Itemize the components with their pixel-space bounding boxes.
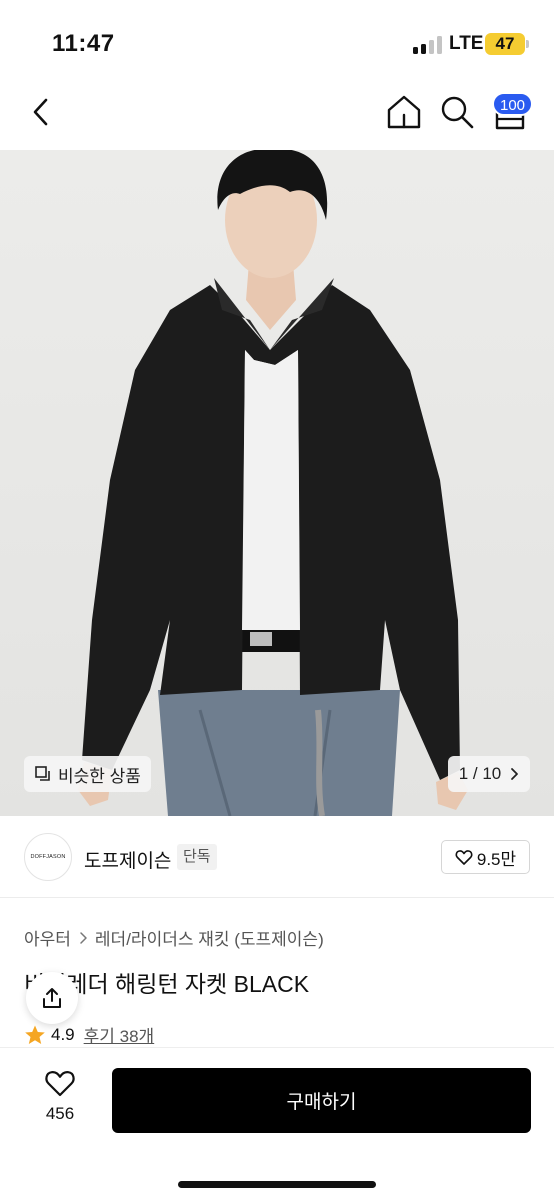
exclusive-badge: 단독 xyxy=(177,844,217,870)
home-indicator[interactable] xyxy=(178,1181,376,1188)
product-image[interactable] xyxy=(0,150,554,816)
similar-products-label: 비슷한 상품 xyxy=(58,766,141,786)
copy-icon xyxy=(35,766,50,781)
rating-row: 4.9 후기 38개 xyxy=(24,1022,154,1047)
similar-products-button[interactable]: 비슷한 상품 xyxy=(24,756,151,792)
buy-button[interactable]: 구매하기 xyxy=(112,1068,531,1133)
share-button[interactable] xyxy=(26,972,78,1024)
status-time: 11:47 xyxy=(52,30,115,57)
review-count-link[interactable]: 후기 38개 xyxy=(84,1022,155,1047)
brand-logo[interactable]: DOFFJASON xyxy=(24,833,72,881)
back-button[interactable] xyxy=(24,94,60,130)
pager-text: 1 / 10 xyxy=(458,764,502,783)
brand-row: DOFFJASON 도프제이슨 단독 9.5만 xyxy=(0,816,554,898)
rating-value: 4.9 xyxy=(51,1024,75,1044)
home-icon xyxy=(387,95,421,129)
star-icon xyxy=(25,1025,45,1044)
chevron-right-icon xyxy=(511,768,519,780)
network-label: LTE xyxy=(449,33,484,54)
brand-like-button[interactable]: 9.5만 xyxy=(441,840,530,874)
brand-name[interactable]: 도프제이슨 xyxy=(84,846,171,873)
cart-count-badge: 100 xyxy=(492,92,534,116)
heart-icon xyxy=(45,1071,75,1097)
brand-like-count: 9.5만 xyxy=(476,849,517,869)
share-icon xyxy=(43,988,61,1008)
bottom-action-bar: 456 구매하기 xyxy=(0,1047,554,1200)
chevron-right-icon xyxy=(80,931,87,944)
wishlist-button[interactable]: 456 xyxy=(32,1068,88,1134)
image-pager[interactable]: 1 / 10 xyxy=(448,756,530,792)
chevron-left-icon xyxy=(33,98,48,126)
signal-icon xyxy=(413,36,443,54)
heart-icon xyxy=(455,850,473,865)
status-bar: 11:47 LTE 47 xyxy=(0,0,554,80)
home-button[interactable] xyxy=(384,92,424,132)
breadcrumb: 아우터 레더/라이더스 재킷 (도프제이슨) xyxy=(24,925,324,950)
search-button[interactable] xyxy=(437,92,477,132)
model-photo xyxy=(78,150,468,816)
wishlist-count: 456 xyxy=(45,1104,75,1123)
battery-tip xyxy=(526,40,529,48)
search-icon xyxy=(441,96,474,129)
battery-icon: 47 xyxy=(485,33,525,55)
breadcrumb-item[interactable]: 아우터 xyxy=(24,925,71,950)
breadcrumb-item[interactable]: 레더/라이더스 재킷 (도프제이슨) xyxy=(95,925,324,950)
nav-bar xyxy=(0,80,554,150)
